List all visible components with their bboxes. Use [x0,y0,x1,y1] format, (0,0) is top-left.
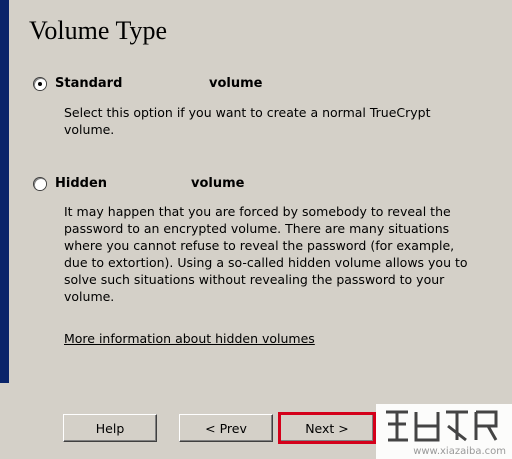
hidden-option-label[interactable]: Hidden [55,176,107,191]
help-button-label: Help [95,420,125,436]
watermark-logo-icon [386,410,498,442]
standard-option-description: Select this option if you want to create… [64,104,484,138]
desc-line: volume. [64,122,115,137]
desc-line: Select this option if you want to create… [64,105,431,120]
desc-line: It may happen that you are forced by som… [64,204,451,219]
next-button-label: Next > [305,420,349,436]
help-button[interactable]: Help [63,414,157,442]
desc-line: due to extortion). Using a so-called hid… [64,255,468,270]
watermark-url: www.xiazaiba.com [413,446,506,457]
hidden-option-description: It may happen that you are forced by som… [64,203,484,305]
hidden-option-label-text: Hidden [55,176,108,191]
wizard-content-panel: Volume Type Standard volume Select this … [9,0,496,388]
hidden-option-volume-word: volume [191,176,245,191]
page-title: Volume Type [29,16,168,45]
next-button[interactable]: Next > [278,412,376,444]
desc-line: password to an encrypted volume. There a… [64,221,450,236]
wizard-side-rail [0,0,9,383]
hidden-volume-radio[interactable] [34,178,46,190]
prev-button[interactable]: < Prev [179,414,273,442]
desc-line: solve such situations without revealing … [64,272,445,287]
standard-volume-radio[interactable] [34,78,46,90]
watermark: www.xiazaiba.com [376,404,512,459]
more-info-hidden-volumes-link[interactable]: More information about hidden volumes [64,331,315,346]
standard-option-volume-word: volume [209,76,263,91]
prev-button-label: < Prev [205,420,247,436]
desc-line: where you cannot refuse to reveal the pa… [64,238,455,253]
desc-line: volume. [64,289,115,304]
standard-option-label[interactable]: Standard [55,76,122,91]
